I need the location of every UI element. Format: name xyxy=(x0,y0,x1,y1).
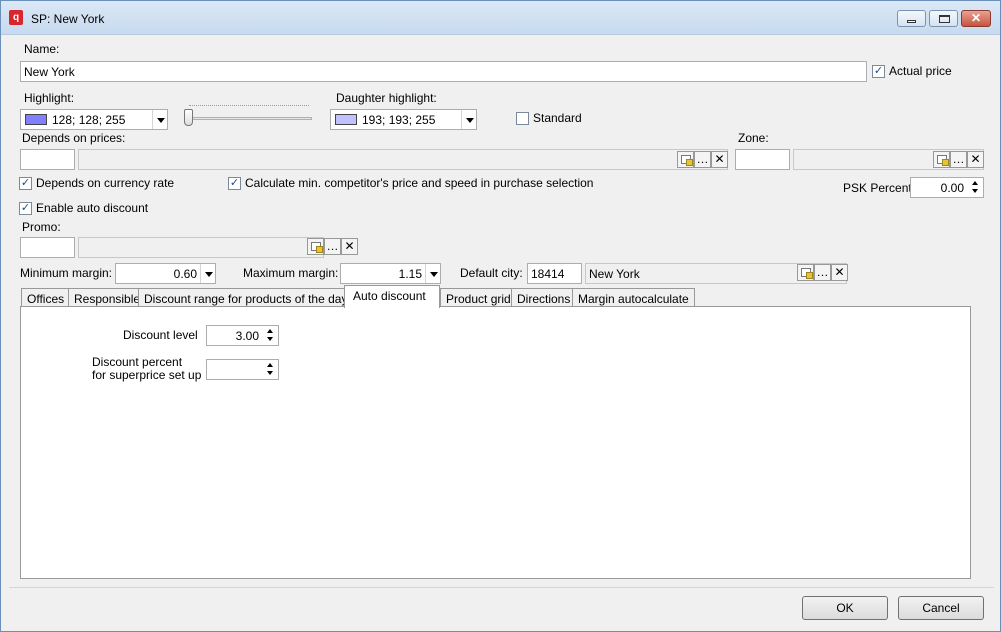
depends-currency-label: Depends on currency rate xyxy=(36,176,175,190)
zone-label: Zone: xyxy=(738,131,769,145)
maximize-icon xyxy=(939,15,950,23)
minimize-button[interactable] xyxy=(897,10,926,27)
tab-offices[interactable]: Offices xyxy=(21,288,71,308)
dialog-window: q SP: New York ✕ Name: New York ✓ Actual… xyxy=(0,0,1001,632)
chevron-down-icon[interactable] xyxy=(461,110,476,129)
depends-prices-clear-button[interactable]: ✕ xyxy=(711,151,728,168)
footer-divider xyxy=(9,587,994,588)
title-bar: q SP: New York ✕ xyxy=(1,1,1000,35)
depends-prices-browse-button[interactable]: … xyxy=(694,151,711,168)
close-icon: ✕ xyxy=(971,11,982,25)
select-list-icon xyxy=(801,268,813,279)
discount-level-value: 3.00 xyxy=(235,329,259,343)
promo-label: Promo: xyxy=(22,220,61,234)
tab-directions[interactable]: Directions xyxy=(511,288,577,308)
actual-price-label: Actual price xyxy=(889,64,952,78)
psk-percent-value: 0.00 xyxy=(940,181,964,195)
promo-code-input[interactable] xyxy=(20,237,75,258)
actual-price-checkbox[interactable]: ✓ xyxy=(872,65,885,78)
select-list-icon xyxy=(311,242,323,253)
highlight-color-select[interactable]: 128; 128; 255 xyxy=(20,109,168,130)
app-logo-icon: q xyxy=(9,10,23,25)
zone-browse-button[interactable]: … xyxy=(950,151,967,168)
zone-code-input[interactable] xyxy=(735,149,790,170)
slider-ticks xyxy=(189,105,309,108)
highlight-color-value: 128; 128; 255 xyxy=(52,113,126,127)
depends-prices-code-input[interactable] xyxy=(20,149,75,170)
default-city-pick-button[interactable] xyxy=(797,264,814,281)
window-title: SP: New York xyxy=(31,12,105,26)
minimize-icon xyxy=(907,20,916,23)
name-input[interactable]: New York xyxy=(20,61,867,82)
daughter-highlight-label: Daughter highlight: xyxy=(336,91,437,105)
slider-thumb[interactable] xyxy=(184,109,193,126)
tab-responsible[interactable]: Responsible xyxy=(68,288,147,308)
tab-margin-autocalculate[interactable]: Margin autocalculate xyxy=(572,288,695,308)
max-margin-label: Maximum margin: xyxy=(243,266,339,280)
check-icon: ✓ xyxy=(873,65,884,77)
tab-product-grid[interactable]: Product grid xyxy=(440,288,517,308)
discount-percent-input[interactable] xyxy=(206,359,279,380)
slider-track xyxy=(184,117,312,120)
highlight-slider[interactable] xyxy=(184,101,314,127)
discount-percent-label-line2: for superprice set up xyxy=(92,368,202,382)
check-icon: ✓ xyxy=(229,177,240,189)
zone-pick-button[interactable] xyxy=(933,151,950,168)
depends-on-prices-label: Depends on prices: xyxy=(22,131,126,145)
select-list-icon xyxy=(681,155,693,166)
highlight-color-swatch xyxy=(25,114,47,125)
spin-down-icon[interactable] xyxy=(969,187,982,196)
discount-percent-label-line1: Discount percent xyxy=(92,355,183,369)
select-list-icon xyxy=(937,155,949,166)
zone-clear-button[interactable]: ✕ xyxy=(967,151,984,168)
default-city-clear-button[interactable]: ✕ xyxy=(831,264,848,281)
depends-prices-name-field xyxy=(78,149,728,170)
psk-percent-input[interactable]: 0.00 xyxy=(910,177,984,198)
name-label: Name: xyxy=(24,42,60,56)
tab-discount-range[interactable]: Discount range for products of the day xyxy=(138,288,354,308)
enable-auto-discount-label: Enable auto discount xyxy=(36,201,149,215)
discount-level-input[interactable]: 3.00 xyxy=(206,325,279,346)
daughter-color-swatch xyxy=(335,114,357,125)
promo-clear-button[interactable]: ✕ xyxy=(341,238,358,255)
spin-down-icon[interactable] xyxy=(264,335,277,344)
ok-button[interactable]: OK xyxy=(802,596,888,620)
default-city-code-input[interactable]: 18414 xyxy=(527,263,582,284)
chevron-down-icon[interactable] xyxy=(200,264,215,283)
highlight-label: Highlight: xyxy=(24,91,75,105)
daughter-color-value: 193; 193; 255 xyxy=(362,113,436,127)
psk-percent-label: PSK Percent: xyxy=(843,181,916,195)
promo-name-field xyxy=(78,237,324,258)
max-margin-select[interactable]: 1.15 xyxy=(340,263,441,284)
chevron-down-icon[interactable] xyxy=(425,264,440,283)
maximize-button[interactable] xyxy=(929,10,958,27)
max-margin-value: 1.15 xyxy=(398,267,422,281)
enable-auto-discount-checkbox[interactable]: ✓ xyxy=(19,202,32,215)
calc-min-competitor-label: Calculate min. competitor's price and sp… xyxy=(245,176,594,190)
standard-checkbox[interactable] xyxy=(516,112,529,125)
check-icon: ✓ xyxy=(20,202,31,214)
standard-label: Standard xyxy=(533,111,582,125)
discount-level-label: Discount level xyxy=(123,328,198,342)
auto-discount-panel: Discount level 3.00 Discount percent for… xyxy=(20,306,971,579)
chevron-down-icon[interactable] xyxy=(152,110,167,129)
min-margin-label: Minimum margin: xyxy=(20,266,113,280)
promo-pick-button[interactable] xyxy=(307,238,324,255)
check-icon: ✓ xyxy=(20,177,31,189)
min-margin-value: 0.60 xyxy=(173,267,197,281)
default-city-browse-button[interactable]: … xyxy=(814,264,831,281)
daughter-highlight-select[interactable]: 193; 193; 255 xyxy=(330,109,477,130)
close-window-button[interactable]: ✕ xyxy=(961,10,991,27)
depends-currency-checkbox[interactable]: ✓ xyxy=(19,177,32,190)
tab-auto-discount[interactable]: Auto discount xyxy=(344,285,440,308)
promo-browse-button[interactable]: … xyxy=(324,238,341,255)
cancel-button[interactable]: Cancel xyxy=(898,596,984,620)
calc-min-competitor-checkbox[interactable]: ✓ xyxy=(228,177,241,190)
spin-down-icon[interactable] xyxy=(264,369,277,378)
depends-prices-pick-button[interactable] xyxy=(677,151,694,168)
min-margin-select[interactable]: 0.60 xyxy=(115,263,216,284)
default-city-label: Default city: xyxy=(460,266,523,280)
